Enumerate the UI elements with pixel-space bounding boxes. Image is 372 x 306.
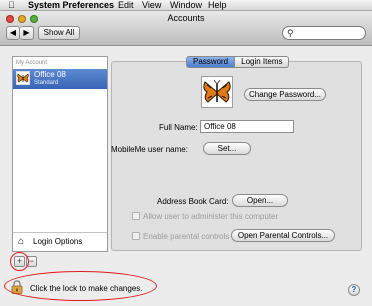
sidebar-item-office-08[interactable]: Office 08 Standard [13,69,107,89]
forward-button[interactable]: ▶ [20,26,34,40]
accounts-sidebar: My Account Office 08 Standard ⌂ Login Op… [12,56,108,252]
login-options-label: Login Options [33,237,83,246]
help-button[interactable]: ? [348,284,360,296]
sidebar-section-label: My Account [16,60,48,66]
parental-controls-label: Enable parental controls [143,232,230,241]
apple-menu-icon[interactable]:  [8,0,15,11]
search-input[interactable] [297,28,361,38]
parental-controls-checkbox[interactable] [132,232,140,240]
house-icon: ⌂ [18,236,25,247]
set-mobileme-button[interactable]: Set... [203,142,251,155]
tab-bar: Password Login Items [186,56,290,68]
butterfly-avatar-icon [16,71,30,85]
account-name: Office 08 [34,70,66,79]
full-name-label: Full Name: [159,123,198,132]
lock-annotation-ellipse [4,271,157,301]
butterfly-picture-icon [203,79,231,103]
address-book-label: Address Book Card: [157,197,229,206]
change-password-button[interactable]: Change Password... [244,88,326,101]
window-titlebar: Accounts ◀ ▶ Show All ⚲ [0,11,372,46]
show-all-button[interactable]: Show All [38,26,80,40]
account-role: Standard [34,80,59,86]
back-button[interactable]: ◀ [6,26,20,40]
menu-edit[interactable]: Edit [118,0,134,11]
back-arrow-icon: ◀ [9,28,17,37]
account-picture[interactable] [201,76,233,108]
menu-view[interactable]: View [142,0,161,11]
menu-bar:  System Preferences Edit View Window He… [0,0,372,11]
open-address-book-button[interactable]: Open... [232,194,288,207]
forward-arrow-icon: ▶ [23,28,30,37]
search-icon: ⚲ [287,28,294,38]
tab-login-items[interactable]: Login Items [235,56,290,68]
tab-password[interactable]: Password [186,56,236,68]
add-button-annotation-circle [10,252,29,271]
menu-window[interactable]: Window [170,0,202,11]
search-field[interactable]: ⚲ [282,26,366,40]
menu-app-name[interactable]: System Preferences [28,0,114,11]
window-title: Accounts [167,13,205,23]
allow-admin-label: Allow user to administer this computer [143,212,279,221]
mobileme-label: MobileMe user name: [111,145,188,154]
login-options-item[interactable]: ⌂ Login Options [13,232,107,251]
allow-admin-checkbox[interactable] [132,212,140,220]
menu-help[interactable]: Help [208,0,227,11]
full-name-field[interactable] [200,120,294,133]
open-parental-controls-button[interactable]: Open Parental Controls... [231,229,335,242]
